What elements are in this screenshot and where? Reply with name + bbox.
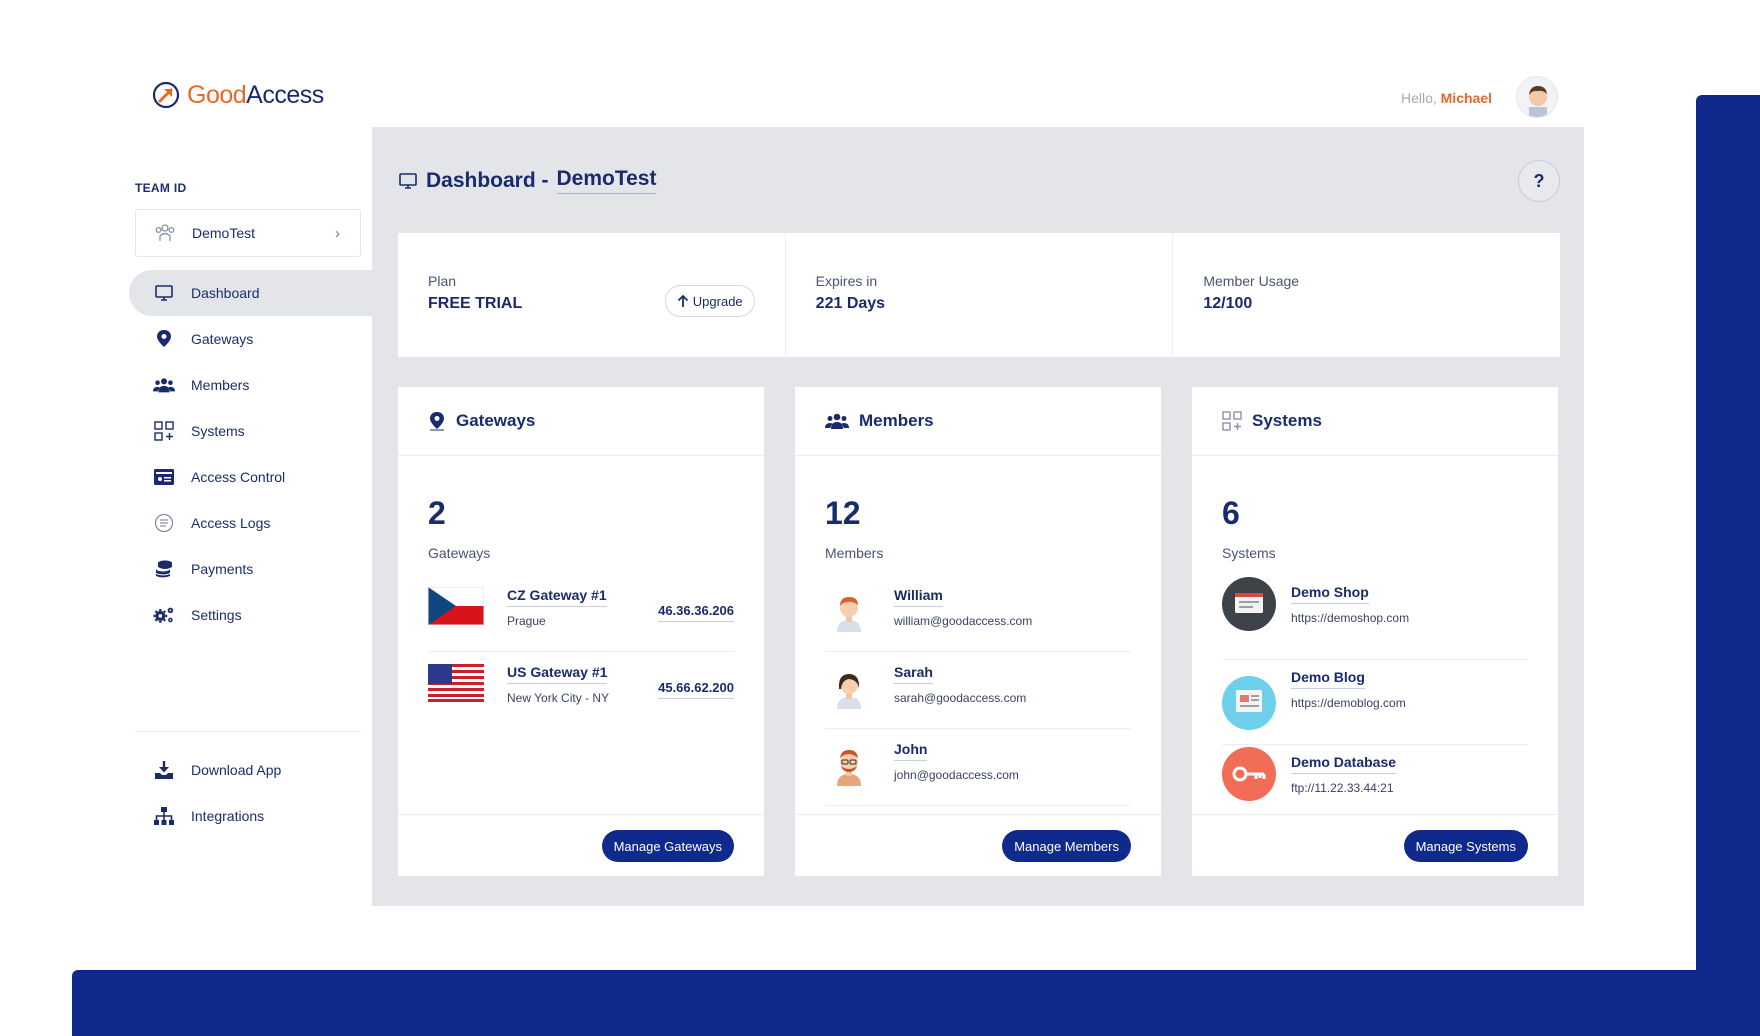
gears-icon <box>153 604 175 626</box>
sidebar-secondary-nav: Download App Integrations <box>129 747 372 839</box>
sitemap-icon <box>153 805 175 827</box>
manage-systems-button[interactable]: Manage Systems <box>1403 830 1528 862</box>
list-item[interactable]: Demo Shop https://demoshop.com <box>1222 575 1528 660</box>
background-accent-right <box>1696 95 1760 1036</box>
shop-icon <box>1222 577 1276 631</box>
sidebar-item-download-app[interactable]: Download App <box>129 747 372 793</box>
title-team-link[interactable]: DemoTest <box>556 167 657 194</box>
sidebar-item-dashboard[interactable]: Dashboard <box>129 270 372 316</box>
list-item[interactable]: US Gateway #1 New York City - NY 45.66.6… <box>428 652 734 729</box>
background-accent-bottom <box>72 970 1760 1036</box>
grid-plus-icon <box>1222 411 1242 431</box>
database-key-icon <box>1222 747 1276 801</box>
gateway-ip[interactable]: 46.36.36.206 <box>658 603 734 622</box>
arrow-up-icon <box>677 294 688 307</box>
us-flag-icon <box>428 664 484 702</box>
member-usage-value: 12/100 <box>1203 295 1253 312</box>
team-selector[interactable]: DemoTest › <box>135 209 361 257</box>
list-item[interactable]: William william@goodaccess.com <box>825 575 1131 652</box>
list-item[interactable]: Demo Blog https://demoblog.com <box>1222 660 1528 745</box>
card-header: Members <box>795 387 1161 456</box>
user-name: Michael <box>1440 90 1492 106</box>
sidebar-item-access-control[interactable]: Access Control <box>129 454 372 500</box>
logo-icon <box>152 81 180 109</box>
plan-section: Plan FREE TRIAL Upgrade <box>398 233 786 357</box>
card-header: Gateways <box>398 387 764 456</box>
monitor-icon <box>153 282 175 304</box>
location-pin-icon <box>153 328 175 350</box>
location-pin-icon <box>430 412 444 431</box>
sidebar-item-members[interactable]: Members <box>129 362 372 408</box>
coins-icon <box>153 558 175 580</box>
members-count: 12 <box>825 495 861 531</box>
card-header: Systems <box>1192 387 1558 456</box>
gateways-count: 2 <box>428 495 446 531</box>
logo[interactable]: GoodAccess <box>151 80 324 110</box>
user-avatar-icon <box>1529 86 1547 117</box>
download-icon <box>153 759 175 781</box>
team-name: DemoTest <box>192 225 256 241</box>
help-button[interactable]: ? <box>1518 160 1560 202</box>
sidebar: TEAM ID DemoTest › Dashboard Gateways Me… <box>111 127 372 906</box>
team-id-label: TEAM ID <box>135 181 187 195</box>
team-icon <box>155 224 175 241</box>
blog-icon <box>1222 676 1276 730</box>
sidebar-item-gateways[interactable]: Gateways <box>129 316 372 362</box>
list-item[interactable]: John john@goodaccess.com <box>825 729 1131 806</box>
plan-card: Plan FREE TRIAL Upgrade Expires in 221 D… <box>398 233 1560 357</box>
list-item[interactable]: Demo Database ftp://11.22.33.44:21 <box>1222 745 1528 815</box>
members-card: Members 12 Members William william@gooda… <box>795 387 1161 876</box>
sidebar-divider <box>135 731 361 732</box>
sidebar-item-access-logs[interactable]: Access Logs <box>129 500 372 546</box>
gateways-card: Gateways 2 Gateways CZ Gateway #1 Prague… <box>398 387 764 876</box>
expires-value: 221 Days <box>815 295 886 312</box>
manage-members-button[interactable]: Manage Members <box>1002 830 1131 862</box>
upgrade-button[interactable]: Upgrade <box>664 285 755 317</box>
card-footer: Manage Gateways <box>398 814 764 876</box>
john-avatar-icon <box>837 750 861 786</box>
grid-plus-icon <box>153 420 175 442</box>
member-usage-section: Member Usage 12/100 <box>1173 233 1560 357</box>
systems-count: 6 <box>1222 495 1240 531</box>
sidebar-nav: Dashboard Gateways Members Systems Acces… <box>129 270 372 638</box>
list-circle-icon <box>153 512 175 534</box>
sarah-avatar-icon <box>837 674 861 709</box>
top-bar: GoodAccess Hello, Michael <box>111 66 1584 127</box>
users-icon <box>825 413 849 429</box>
sidebar-item-settings[interactable]: Settings <box>129 592 372 638</box>
expires-section: Expires in 221 Days <box>786 233 1174 357</box>
logo-text: GoodAccess <box>187 80 324 109</box>
william-avatar-icon <box>837 597 861 632</box>
sidebar-item-payments[interactable]: Payments <box>129 546 372 592</box>
list-item[interactable]: Sarah sarah@goodaccess.com <box>825 652 1131 729</box>
sidebar-item-integrations[interactable]: Integrations <box>129 793 372 839</box>
main-content: Dashboard - DemoTest ? Plan FREE TRIAL U… <box>372 127 1584 906</box>
sidebar-item-systems[interactable]: Systems <box>129 408 372 454</box>
manage-gateways-button[interactable]: Manage Gateways <box>601 830 734 862</box>
page-title: Dashboard - DemoTest <box>398 167 657 194</box>
list-item[interactable]: CZ Gateway #1 Prague 46.36.36.206 <box>428 575 734 652</box>
greeting: Hello, Michael <box>1400 90 1492 106</box>
app-window: GoodAccess Hello, Michael TEAM ID DemoTe… <box>111 66 1584 906</box>
id-card-icon <box>153 466 175 488</box>
monitor-icon <box>399 172 417 189</box>
gateway-ip[interactable]: 45.66.62.200 <box>658 680 734 699</box>
card-footer: Manage Systems <box>1192 814 1558 876</box>
systems-card: Systems 6 Systems Demo Shop https://demo… <box>1192 387 1558 876</box>
czech-flag-icon <box>428 587 484 625</box>
chevron-right-icon: › <box>335 225 340 242</box>
avatar[interactable] <box>1516 76 1558 118</box>
users-icon <box>153 374 175 396</box>
card-footer: Manage Members <box>795 814 1161 876</box>
